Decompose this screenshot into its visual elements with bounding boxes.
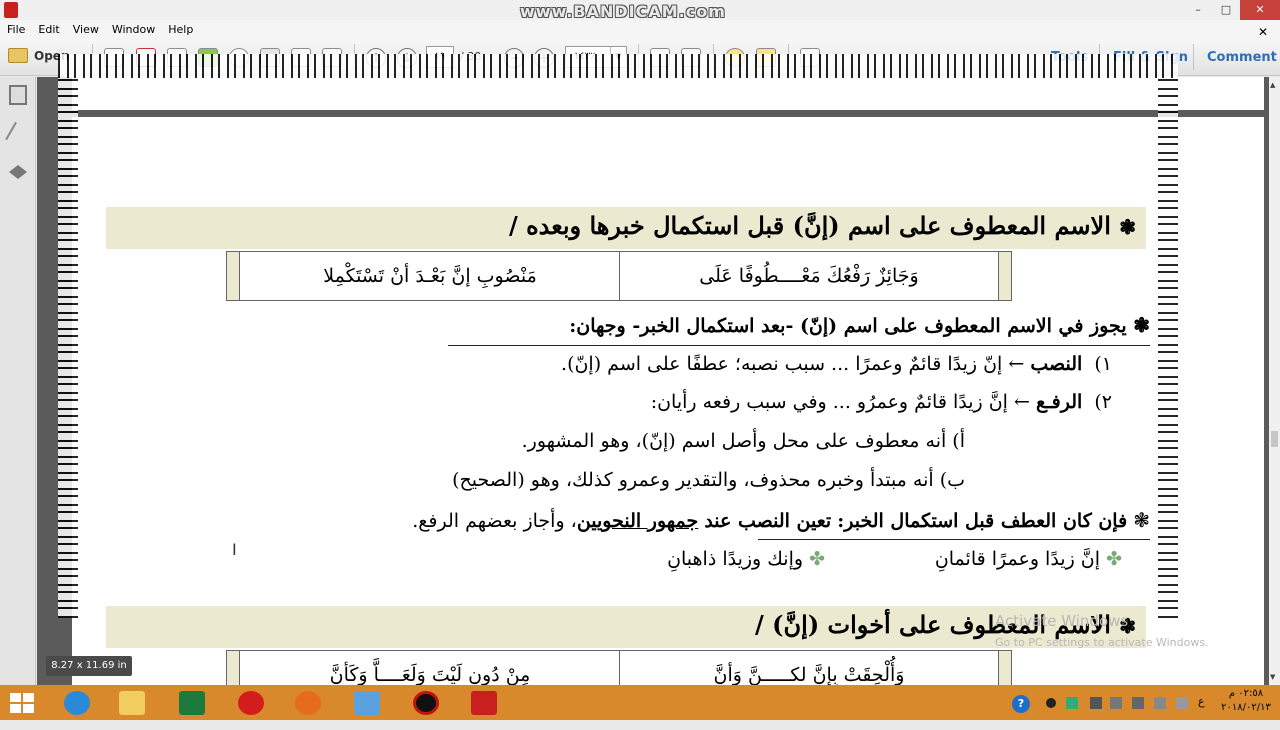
layers-icon[interactable] [9, 165, 27, 179]
previous-page [72, 77, 1264, 110]
verse-second-half: مَنْصُوبِ إنَّ بَعْـدَ أنْ تَسْتَكْمِلا [323, 265, 537, 287]
opera-icon[interactable] [229, 687, 273, 718]
page-thumbnails-icon[interactable] [9, 85, 27, 105]
toolbar-separator [1193, 44, 1194, 70]
leaf-icon: ✤ [809, 548, 825, 570]
section-heading: ❃ الاسم المعطوف على اسم (إنَّ) قبل استكم… [508, 211, 1136, 240]
section-heading-band: ❃ الاسم المعطوف على اسم (إنَّ) قبل استكم… [106, 207, 1146, 249]
flower-icon: ❃ [1133, 508, 1150, 532]
decorative-border-left [58, 78, 78, 618]
clock[interactable]: ٠٢:٥٨ م ٢٠١٨/٠٢/١٣ [1218, 687, 1274, 715]
section-heading-band: ❃ الاسم المعطوف على أخوات (إنَّ) / [106, 606, 1146, 648]
menu-bar: File Edit View Window Help ✕ [0, 20, 1280, 40]
acrobat-icon[interactable] [462, 687, 506, 718]
internet-explorer-icon[interactable] [55, 687, 99, 718]
title-underline [448, 345, 1150, 346]
note-underline [758, 539, 1150, 540]
note-paragraph: ❃ فإن كان العطف قبل استكمال الخبر: تعين … [412, 508, 1150, 532]
verse-table: مَنْصُوبِ إنَّ بَعْـدَ أنْ تَسْتَكْمِلا … [226, 251, 1012, 301]
volume-icon[interactable] [1154, 697, 1166, 709]
page-size-tooltip: 8.27 x 11.69 in [46, 656, 132, 676]
clock-time: ٠٢:٥٨ م [1228, 688, 1264, 699]
firefox-icon[interactable] [286, 687, 330, 718]
close-button[interactable]: ✕ [1240, 0, 1280, 20]
comment-button[interactable]: Comment [1207, 50, 1277, 65]
control-panel-icon[interactable] [345, 687, 389, 718]
windows-start-icon[interactable] [10, 693, 34, 713]
title-bar: www.BANDICAM.com – □ ✕ [0, 0, 1280, 21]
verse-border [998, 251, 1012, 301]
bandicam-icon[interactable] [404, 687, 448, 718]
attachments-icon[interactable] [5, 121, 31, 149]
menu-file[interactable]: File [0, 20, 31, 40]
help-icon[interactable]: ? [1012, 695, 1030, 730]
tray-app-icon[interactable] [1090, 697, 1102, 709]
window-controls: – □ ✕ [1184, 0, 1280, 20]
navigation-panel [0, 77, 36, 685]
close-document-button[interactable]: ✕ [1251, 22, 1274, 39]
example-1: ✤ إنَّ زيدًا وعمرًا قائمانِ [934, 548, 1122, 570]
text-cursor-icon: I [232, 540, 237, 559]
verse-border [227, 651, 240, 685]
list-item: ٢) الرفـع ← إنَّ زيدًا قائمٌ وعمرُو ... … [650, 391, 1112, 413]
scroll-thumb[interactable] [1271, 431, 1278, 447]
maximize-button[interactable]: □ [1212, 0, 1240, 20]
flower-icon: ❃ [1119, 215, 1136, 239]
leaf-icon: ✤ [1106, 548, 1122, 570]
flag-icon[interactable] [1132, 697, 1144, 709]
decorative-border-top [58, 54, 1178, 78]
sub-item-a: أ) أنه معطوف على محل وأصل اسم (إنّ)، وهو… [521, 430, 965, 452]
scroll-up-icon[interactable]: ▲ [1270, 81, 1275, 89]
acrobat-app-icon [4, 2, 18, 18]
menu-help[interactable]: Help [161, 20, 199, 40]
verse-first-half: وَجَائِزٌ رَفْعُكَ مَعْــــطُوفًا عَلَى [699, 265, 919, 287]
flower-icon: ❃ [1133, 313, 1150, 337]
question-mark-icon: ? [1012, 695, 1030, 713]
menu-view[interactable]: View [66, 20, 105, 40]
menu-edit[interactable]: Edit [31, 20, 65, 40]
language-indicator[interactable]: ع [1198, 695, 1205, 730]
vertical-scrollbar[interactable]: ▲ ▼ [1269, 77, 1280, 685]
bandicam-watermark: www.BANDICAM.com [520, 2, 726, 21]
document-viewport[interactable] [37, 77, 1269, 685]
rule-title: ❃ يجوز في الاسم المعطوف على اسم (إنّ) -ب… [569, 313, 1150, 337]
verse-second-half: مِنْ دُونِ لَيْتَ وَلَعَــــاَّ وَكَأنَّ [329, 664, 531, 686]
verse-border [226, 251, 240, 301]
verse-first-half: وَأُلْحِقَتْ بِإنَّ لكـــــنَّ وَأنَّ [713, 664, 905, 686]
activate-windows-title: Activate Windows [995, 612, 1129, 630]
menu-window[interactable]: Window [105, 20, 161, 40]
excel-icon[interactable] [170, 687, 214, 718]
file-explorer-icon[interactable] [110, 687, 154, 718]
clock-date: ٢٠١٨/٠٢/١٣ [1221, 702, 1271, 713]
minimize-button[interactable]: – [1184, 0, 1212, 20]
sub-item-b: ب) أنه مبتدأ وخبره محذوف، والتقدير وعمرو… [452, 469, 965, 491]
list-item: ١) النصب ← إنّ زيدًا قائمٌ وعمرًا ... سب… [561, 353, 1112, 375]
tray-app-icon[interactable] [1066, 697, 1078, 709]
scroll-down-icon[interactable]: ▼ [1270, 673, 1275, 681]
network-icon[interactable] [1110, 697, 1122, 709]
example-2: ✤ وإنك وزيدًا ذاهبانِ [667, 548, 825, 570]
verse-table: مِنْ دُونِ لَيْتَ وَلَعَــــاَّ وَكَأنَّ… [226, 650, 1012, 686]
taskbar: ? ع ٠٢:٥٨ م ٢٠١٨/٠٢/١٣ [0, 685, 1280, 720]
folder-icon [8, 48, 28, 63]
decorative-border-right [1158, 78, 1178, 618]
verse-border [998, 651, 1011, 685]
record-icon[interactable] [1046, 698, 1056, 708]
activate-windows-subtitle: Go to PC settings to activate Windows. [995, 636, 1209, 649]
power-icon[interactable] [1176, 697, 1188, 709]
